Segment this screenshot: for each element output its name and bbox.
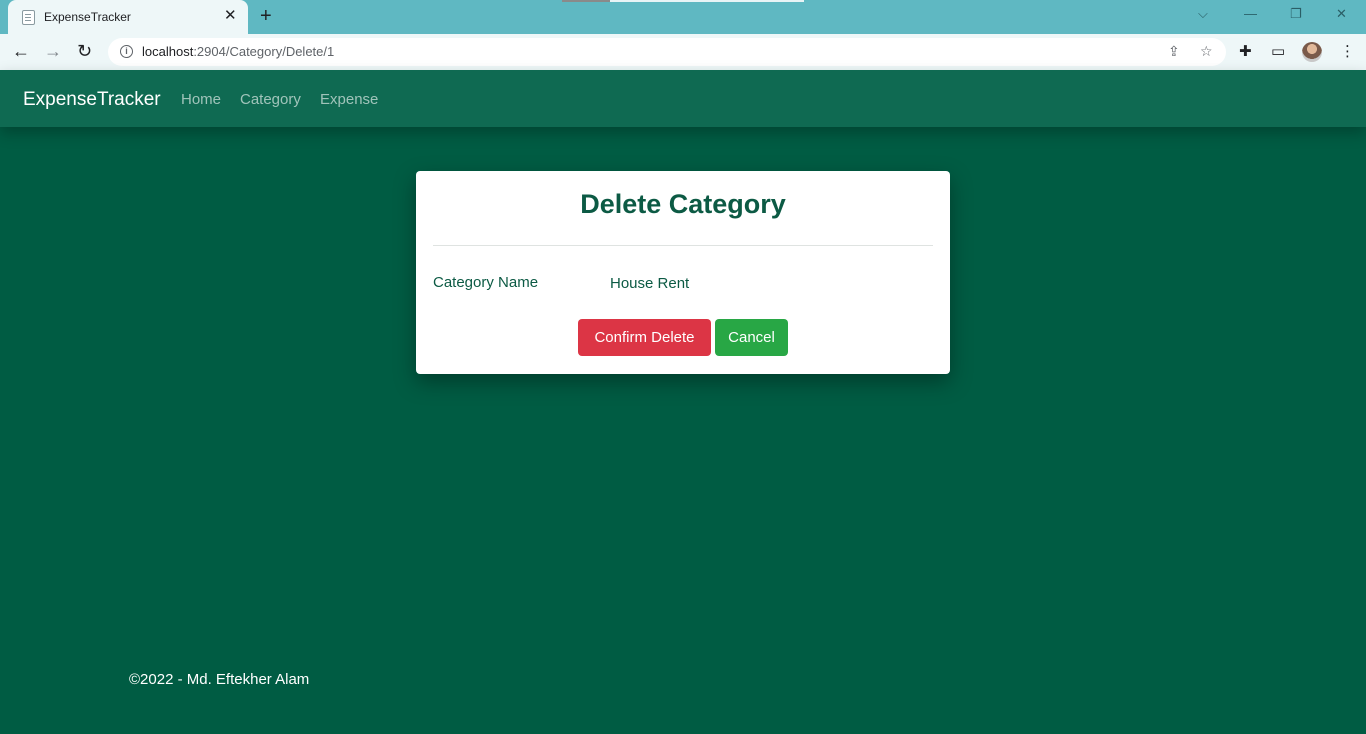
close-tab-icon[interactable]: ✕	[224, 8, 237, 24]
footer-copyright: ©2022 - Md. Eftekher Alam	[129, 671, 310, 688]
page-favicon-icon	[22, 10, 35, 25]
browser-tab[interactable]: ExpenseTracker ✕	[8, 0, 248, 34]
cancel-button[interactable]: Cancel	[715, 319, 788, 356]
tab-strip-indicator	[562, 0, 804, 2]
nav-link-category[interactable]: Category	[240, 91, 301, 108]
browser-toolbar: ← → ↻ i localhost:2904/Category/Delete/1…	[0, 34, 1366, 70]
delete-category-card: Delete Category Category Name House Rent…	[416, 171, 950, 374]
back-icon[interactable]: ←	[12, 41, 30, 61]
tab-search-icon[interactable]: ⌵	[1198, 6, 1208, 22]
brand-link[interactable]: ExpenseTracker	[23, 89, 161, 111]
nav-link-expense[interactable]: Expense	[320, 91, 378, 108]
menu-kebab-icon[interactable]: ⋮	[1340, 42, 1355, 60]
nav-link-home[interactable]: Home	[181, 91, 221, 108]
address-bar[interactable]: i localhost:2904/Category/Delete/1 ⇪ ☆	[108, 38, 1226, 66]
forward-icon[interactable]: →	[44, 41, 62, 61]
site-navbar: ExpenseTracker Home Category Expense	[0, 70, 1366, 127]
extensions-puzzle-icon[interactable]: ✚	[1239, 42, 1252, 60]
site-info-icon[interactable]: i	[120, 45, 133, 58]
url-path: :2904/Category/Delete/1	[193, 44, 335, 59]
divider	[433, 245, 933, 246]
reload-icon[interactable]: ↻	[77, 41, 92, 61]
category-name-label: Category Name	[433, 274, 539, 291]
category-name-value: House Rent	[610, 275, 690, 292]
bookmark-star-icon[interactable]: ☆	[1200, 43, 1213, 60]
profile-avatar[interactable]	[1302, 42, 1322, 62]
url-text[interactable]: localhost:2904/Category/Delete/1	[142, 44, 334, 59]
restore-icon[interactable]: ❐	[1290, 6, 1302, 22]
share-icon[interactable]: ⇪	[1168, 43, 1180, 60]
minimize-icon[interactable]: —	[1244, 6, 1257, 21]
browser-tab-bar: ExpenseTracker ✕ + ⌵ — ❐ ✕	[0, 0, 1366, 34]
page-title: Delete Category	[580, 189, 786, 219]
url-host: localhost	[142, 44, 194, 59]
confirm-delete-button[interactable]: Confirm Delete	[578, 319, 711, 356]
new-tab-icon[interactable]: +	[260, 6, 272, 26]
close-window-icon[interactable]: ✕	[1336, 6, 1347, 22]
cast-icon[interactable]: ▭	[1271, 42, 1285, 60]
tab-title: ExpenseTracker	[44, 10, 131, 24]
